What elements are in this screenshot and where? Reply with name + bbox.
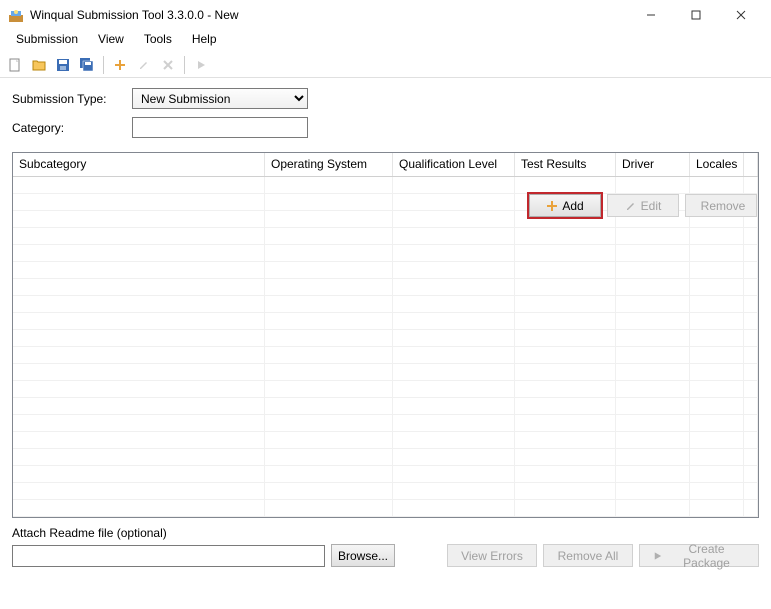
- app-icon: [8, 7, 24, 23]
- table-row[interactable]: [13, 415, 758, 432]
- browse-button-label: Browse...: [338, 549, 388, 563]
- remove-all-button: Remove All: [543, 544, 633, 567]
- menu-tools[interactable]: Tools: [134, 30, 182, 52]
- menu-view[interactable]: View: [88, 30, 134, 52]
- table-row[interactable]: [13, 313, 758, 330]
- minimize-button[interactable]: [628, 0, 673, 30]
- save-icon[interactable]: [52, 54, 74, 76]
- run-icon: [190, 54, 212, 76]
- pencil-icon: [625, 200, 637, 212]
- delete-icon: [157, 54, 179, 76]
- attach-readme-input[interactable]: [12, 545, 325, 567]
- create-package-button: Create Package: [639, 544, 759, 567]
- toolbar: [0, 52, 771, 78]
- action-button-row: Add Edit Remove: [529, 194, 757, 217]
- table-row[interactable]: [13, 330, 758, 347]
- table-row[interactable]: [13, 432, 758, 449]
- col-operating-system[interactable]: Operating System: [265, 153, 393, 176]
- view-errors-label: View Errors: [461, 549, 523, 563]
- attach-readme-label: Attach Readme file (optional): [12, 526, 759, 540]
- category-input[interactable]: [132, 117, 308, 138]
- close-button[interactable]: [718, 0, 763, 30]
- edit-button-label: Edit: [641, 199, 662, 213]
- col-subcategory[interactable]: Subcategory: [13, 153, 265, 176]
- col-locales[interactable]: Locales: [690, 153, 744, 176]
- edit-button: Edit: [607, 194, 679, 217]
- table-row[interactable]: [13, 245, 758, 262]
- remove-button-label: Remove: [701, 199, 746, 213]
- table-row[interactable]: [13, 296, 758, 313]
- submission-type-select[interactable]: New Submission: [132, 88, 308, 109]
- col-spacer: [744, 153, 758, 176]
- table-row[interactable]: [13, 381, 758, 398]
- edit-icon: [133, 54, 155, 76]
- toolbar-separator: [103, 56, 104, 74]
- titlebar: Winqual Submission Tool 3.3.0.0 - New: [0, 0, 771, 30]
- menubar: Submission View Tools Help: [0, 30, 771, 52]
- open-folder-icon[interactable]: [28, 54, 50, 76]
- col-qualification-level[interactable]: Qualification Level: [393, 153, 515, 176]
- browse-button[interactable]: Browse...: [331, 544, 395, 567]
- add-icon[interactable]: [109, 54, 131, 76]
- menu-submission[interactable]: Submission: [6, 30, 88, 52]
- col-driver[interactable]: Driver: [616, 153, 690, 176]
- plus-icon: [546, 200, 558, 212]
- table-row[interactable]: [13, 466, 758, 483]
- submission-type-label: Submission Type:: [12, 92, 132, 106]
- maximize-button[interactable]: [673, 0, 718, 30]
- table-row[interactable]: [13, 262, 758, 279]
- form-area: Submission Type: New Submission Category…: [0, 78, 771, 152]
- save-all-icon[interactable]: [76, 54, 98, 76]
- bottom-area: Attach Readme file (optional) Browse... …: [0, 518, 771, 579]
- window-title: Winqual Submission Tool 3.3.0.0 - New: [30, 8, 628, 22]
- grid-body: [13, 177, 758, 517]
- table-row[interactable]: [13, 177, 758, 194]
- table-row[interactable]: [13, 364, 758, 381]
- toolbar-separator: [184, 56, 185, 74]
- create-package-label: Create Package: [667, 542, 746, 570]
- table-row[interactable]: [13, 449, 758, 466]
- add-button-label: Add: [562, 199, 583, 213]
- add-button[interactable]: Add: [529, 194, 601, 217]
- menu-help[interactable]: Help: [182, 30, 227, 52]
- table-row[interactable]: [13, 500, 758, 517]
- view-errors-button: View Errors: [447, 544, 537, 567]
- category-label: Category:: [12, 121, 132, 135]
- col-test-results[interactable]: Test Results: [515, 153, 616, 176]
- new-file-icon[interactable]: [4, 54, 26, 76]
- table-row[interactable]: [13, 279, 758, 296]
- grid-header: Subcategory Operating System Qualificati…: [13, 153, 758, 177]
- remove-button: Remove: [685, 194, 757, 217]
- table-row[interactable]: [13, 347, 758, 364]
- table-row[interactable]: [13, 398, 758, 415]
- play-icon: [652, 550, 663, 562]
- remove-all-label: Remove All: [558, 549, 619, 563]
- table-row[interactable]: [13, 228, 758, 245]
- table-row[interactable]: [13, 483, 758, 500]
